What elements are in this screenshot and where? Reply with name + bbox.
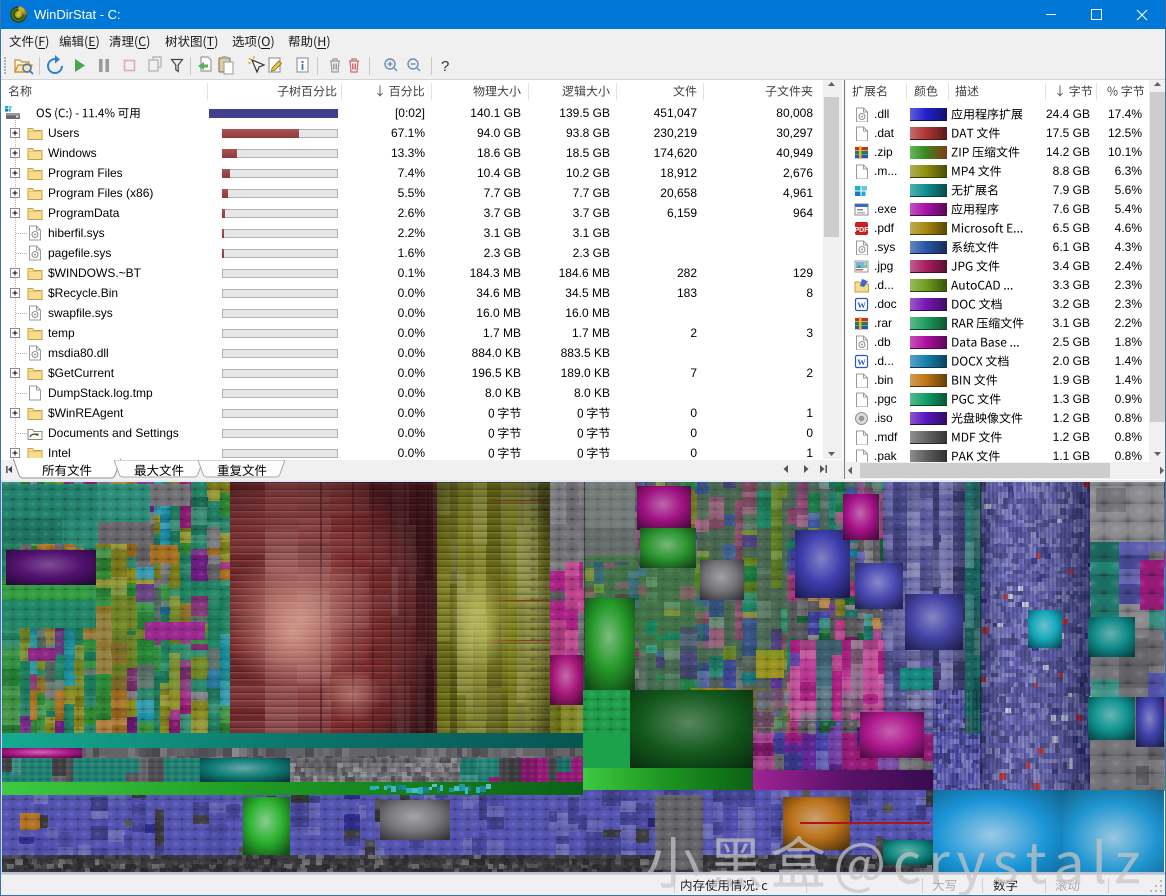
svg-text:PDF: PDF <box>855 227 870 234</box>
svg-text:?: ? <box>441 58 449 75</box>
svg-text:W: W <box>857 300 866 310</box>
svg-text:W: W <box>857 357 866 367</box>
